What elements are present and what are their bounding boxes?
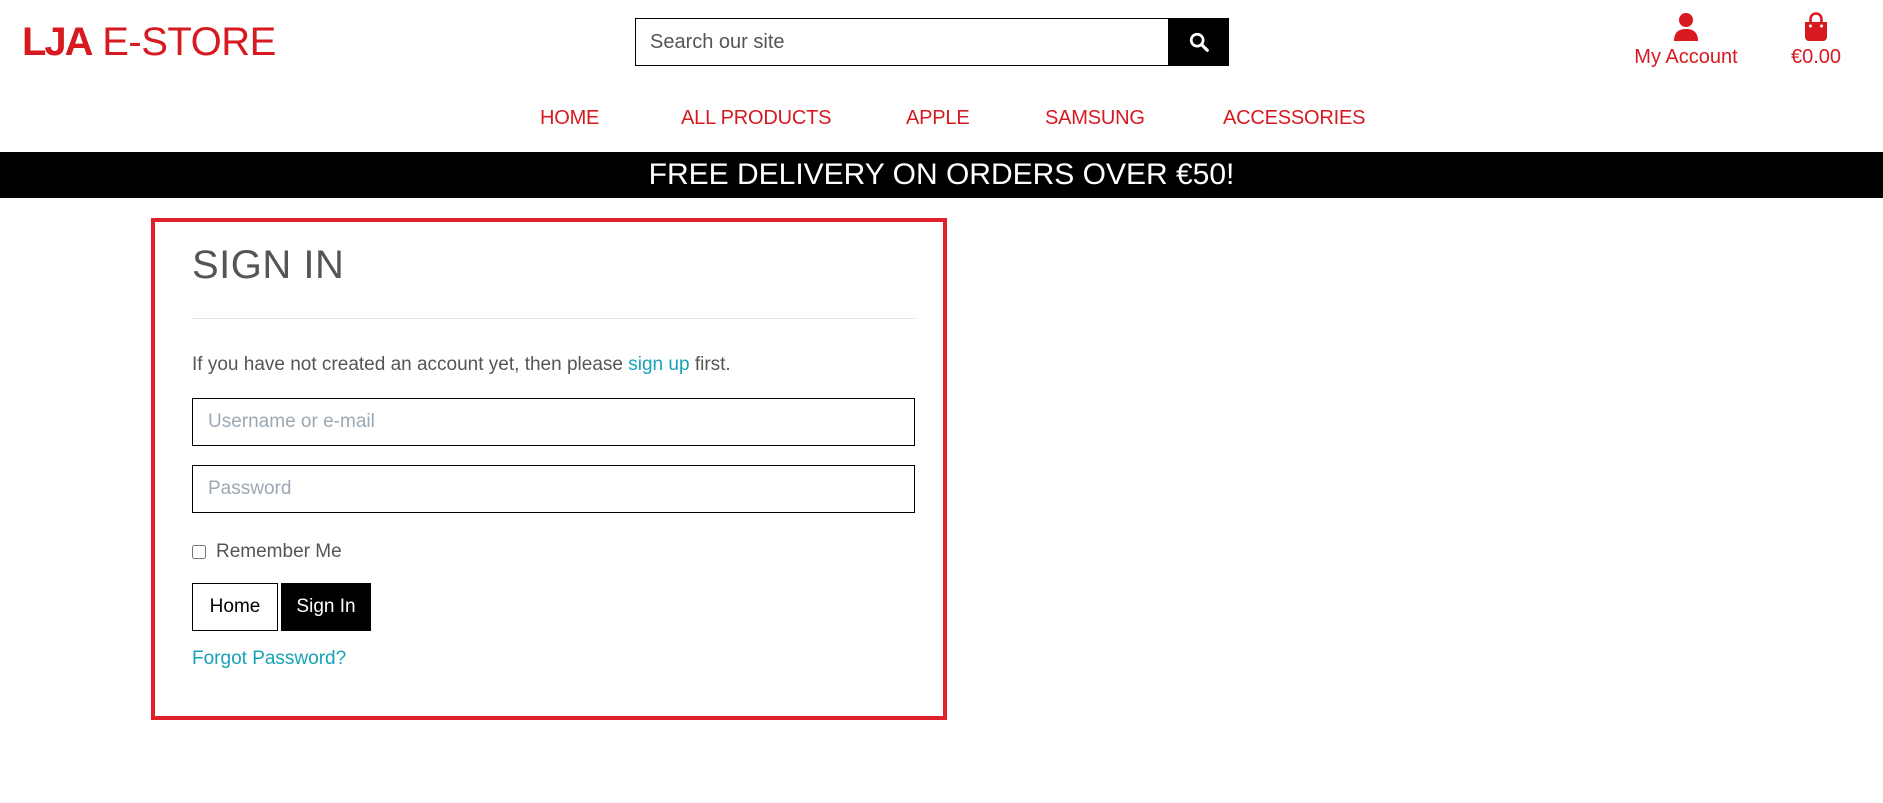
- signup-link[interactable]: sign up: [628, 354, 689, 375]
- signin-title: SIGN IN: [192, 243, 345, 287]
- search-form: [635, 18, 1229, 66]
- user-icon: [1674, 13, 1698, 41]
- search-input[interactable]: [635, 18, 1168, 66]
- site-logo[interactable]: LJA E-STORE: [22, 14, 276, 70]
- logo-strong-text: LJA: [22, 20, 94, 64]
- signup-prompt-before: If you have not created an account yet, …: [192, 354, 623, 375]
- nav-item-home[interactable]: HOME: [540, 104, 599, 132]
- bag-total: €0.00: [1790, 46, 1842, 68]
- password-field[interactable]: [192, 465, 915, 513]
- search-button[interactable]: [1168, 18, 1229, 66]
- signin-card: SIGN IN If you have not created an accou…: [151, 218, 947, 720]
- home-button[interactable]: Home: [192, 583, 278, 631]
- logo-rest-text: E-STORE: [102, 20, 276, 64]
- search-icon: [1189, 32, 1209, 52]
- remember-me-checkbox[interactable]: [192, 545, 206, 559]
- nav-item-samsung[interactable]: SAMSUNG: [1045, 104, 1145, 132]
- shopping-bag-icon: [1805, 12, 1827, 41]
- remember-me[interactable]: Remember Me: [192, 538, 342, 566]
- signup-prompt: If you have not created an account yet, …: [192, 352, 731, 378]
- nav-item-apple[interactable]: APPLE: [906, 104, 970, 132]
- nav-item-accessories[interactable]: ACCESSORIES: [1223, 104, 1365, 132]
- my-account-link[interactable]: My Account: [1628, 12, 1744, 69]
- nav-item-all-products[interactable]: ALL PRODUCTS: [681, 104, 831, 132]
- delivery-banner-text: FREE DELIVERY ON ORDERS OVER €50!: [648, 158, 1235, 191]
- main-nav: HOME ALL PRODUCTS APPLE SAMSUNG ACCESSOR…: [0, 104, 1883, 132]
- signin-button[interactable]: Sign In: [281, 583, 371, 631]
- forgot-password-link[interactable]: Forgot Password?: [192, 646, 346, 672]
- remember-me-label: Remember Me: [216, 541, 342, 562]
- shopping-bag-link[interactable]: €0.00: [1786, 12, 1846, 69]
- delivery-banner: FREE DELIVERY ON ORDERS OVER €50!: [0, 152, 1883, 198]
- signup-prompt-after: first.: [694, 354, 731, 375]
- username-field[interactable]: [192, 398, 915, 446]
- title-divider: [192, 318, 915, 319]
- my-account-label: My Account: [1634, 46, 1738, 68]
